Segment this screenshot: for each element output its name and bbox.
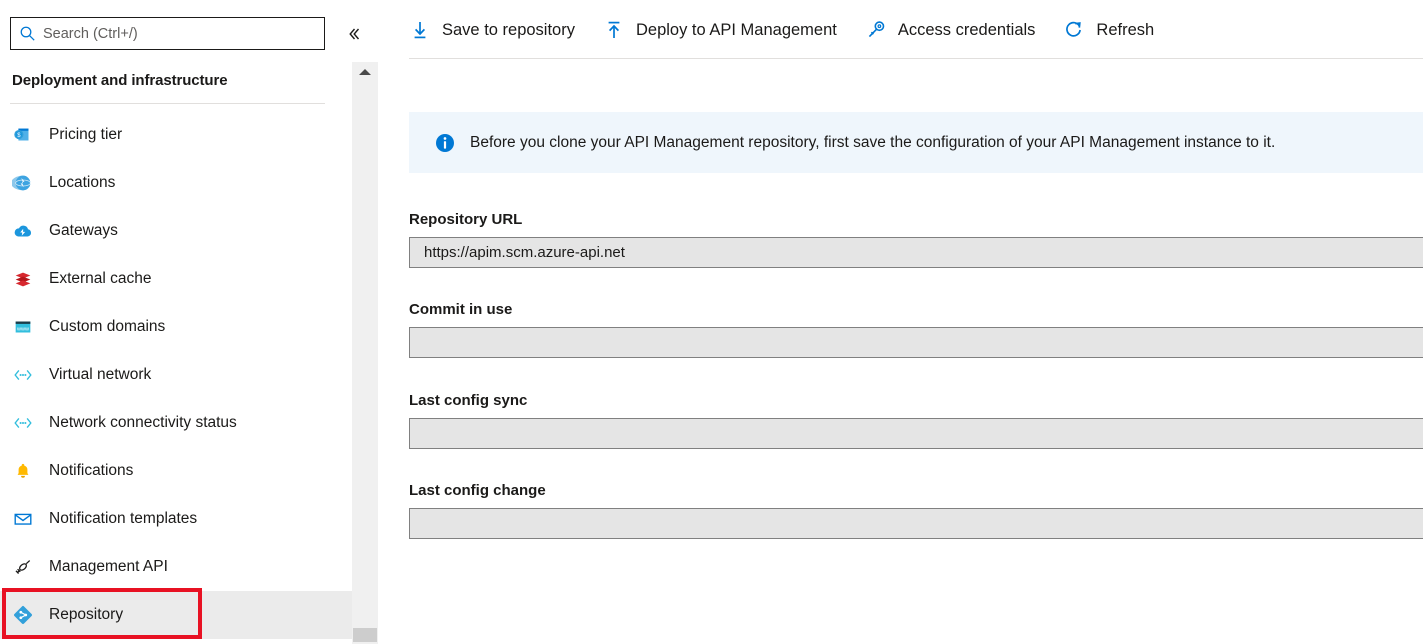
search-input[interactable] — [43, 26, 316, 42]
last-config-sync-input[interactable] — [409, 418, 1423, 449]
deploy-to-api-management-button[interactable]: Deploy to API Management — [603, 12, 847, 48]
resource-menu-sidebar: Deployment and infrastructure $ Pricing … — [0, 0, 352, 644]
command-label: Deploy to API Management — [636, 21, 837, 40]
sidebar-search — [10, 17, 325, 50]
info-banner-text: Before you clone your API Management rep… — [470, 134, 1275, 152]
field-label: Last config sync — [409, 392, 1423, 409]
sidebar-item-notifications[interactable]: Notifications — [0, 447, 352, 495]
command-label: Access credentials — [898, 21, 1036, 40]
command-label: Save to repository — [442, 21, 575, 40]
sidebar-scrollbar-thumb[interactable] — [353, 628, 377, 642]
sidebar-scrollbar[interactable] — [352, 62, 378, 644]
cloud-icon — [11, 219, 35, 243]
virtual-network-icon — [11, 363, 35, 387]
main-content-panel: Save to repository Deploy to API Managem… — [378, 0, 1423, 644]
sidebar-section-title: Deployment and infrastructure — [12, 72, 227, 89]
sidebar-item-label: External cache — [49, 270, 152, 288]
sidebar-divider — [10, 103, 325, 104]
field-label: Last config change — [409, 482, 1423, 499]
svg-text:www: www — [16, 326, 29, 332]
sidebar-item-label: Notifications — [49, 462, 133, 480]
key-icon — [865, 19, 887, 41]
azure-portal-repository-page: Deployment and infrastructure $ Pricing … — [0, 0, 1423, 644]
sidebar-item-virtual-network[interactable]: Virtual network — [0, 351, 352, 399]
info-circle-icon — [434, 132, 456, 154]
git-repository-icon — [11, 603, 35, 627]
sidebar-item-notification-templates[interactable]: Notification templates — [0, 495, 352, 543]
access-credentials-button[interactable]: Access credentials — [865, 12, 1046, 48]
save-to-repository-button[interactable]: Save to repository — [409, 12, 585, 48]
sidebar-item-label: Management API — [49, 558, 168, 576]
sidebar-item-pricing-tier[interactable]: $ Pricing tier — [0, 111, 352, 159]
repository-url-field: Repository URL — [409, 211, 1423, 268]
bell-icon — [11, 459, 35, 483]
sidebar-item-label: Virtual network — [49, 366, 151, 384]
command-toolbar: Save to repository Deploy to API Managem… — [409, 12, 1182, 48]
sidebar-item-label: Repository — [49, 606, 123, 624]
plug-icon — [11, 555, 35, 579]
sidebar-item-network-connectivity-status[interactable]: Network connectivity status — [0, 399, 352, 447]
last-config-sync-field: Last config sync — [409, 392, 1423, 449]
scroll-up-arrow-icon[interactable] — [352, 62, 378, 82]
command-label: Refresh — [1096, 21, 1154, 40]
commit-in-use-field: Commit in use — [409, 301, 1423, 358]
info-banner: Before you clone your API Management rep… — [409, 112, 1423, 173]
upload-arrow-icon — [603, 19, 625, 41]
search-icon — [19, 25, 36, 42]
last-config-change-field: Last config change — [409, 482, 1423, 539]
redis-cache-icon — [11, 267, 35, 291]
sidebar-item-label: Gateways — [49, 222, 118, 240]
search-box[interactable] — [10, 17, 325, 50]
sidebar-item-repository[interactable]: Repository — [0, 591, 352, 639]
sidebar-item-label: Custom domains — [49, 318, 165, 336]
sidebar-item-label: Pricing tier — [49, 126, 122, 144]
field-label: Repository URL — [409, 211, 1423, 228]
download-arrow-icon — [409, 19, 431, 41]
envelope-icon — [11, 507, 35, 531]
field-label: Commit in use — [409, 301, 1423, 318]
sidebar-item-gateways[interactable]: Gateways — [0, 207, 352, 255]
repository-url-input[interactable] — [409, 237, 1423, 268]
last-config-change-input[interactable] — [409, 508, 1423, 539]
sidebar-item-label: Locations — [49, 174, 115, 192]
sidebar-item-external-cache[interactable]: External cache — [0, 255, 352, 303]
pricing-tier-icon: $ — [11, 123, 35, 147]
chevron-double-left-icon[interactable] — [342, 22, 366, 46]
sidebar-item-label: Network connectivity status — [49, 414, 237, 432]
refresh-button[interactable]: Refresh — [1063, 12, 1164, 48]
sidebar-item-label: Notification templates — [49, 510, 197, 528]
commit-in-use-input[interactable] — [409, 327, 1423, 358]
virtual-network-icon — [11, 411, 35, 435]
refresh-circular-arrow-icon — [1063, 19, 1085, 41]
sidebar-item-locations[interactable]: Locations — [0, 159, 352, 207]
sidebar-item-custom-domains[interactable]: www Custom domains — [0, 303, 352, 351]
globe-icon — [11, 171, 35, 195]
sidebar-nav-list: $ Pricing tier Locations — [0, 111, 352, 639]
www-window-icon: www — [11, 315, 35, 339]
toolbar-divider — [409, 58, 1423, 59]
sidebar-item-management-api[interactable]: Management API — [0, 543, 352, 591]
